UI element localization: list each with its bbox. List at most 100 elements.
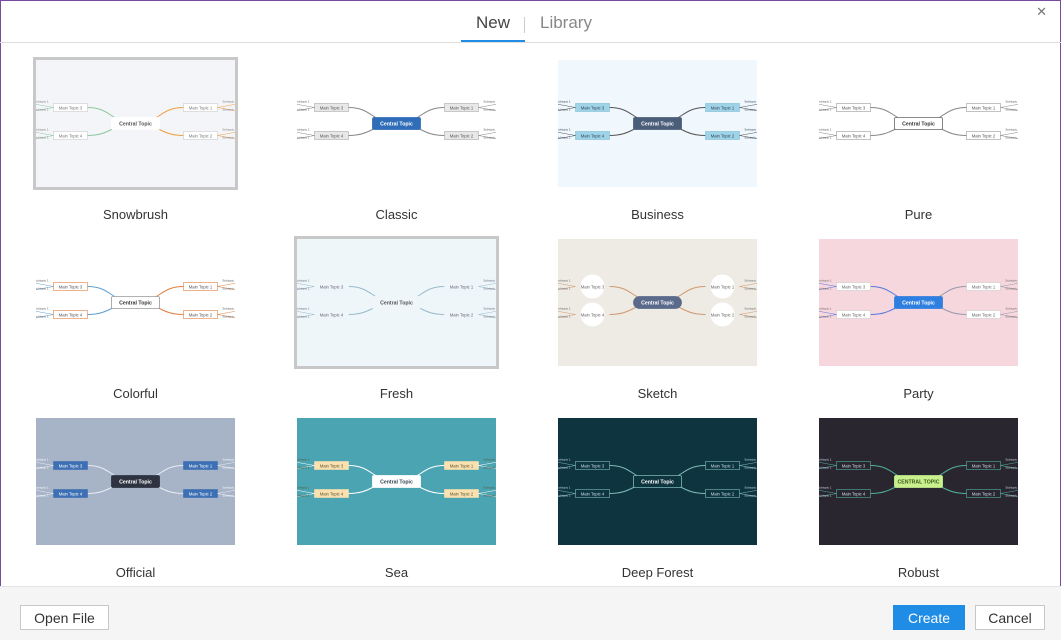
svg-text:Central Topic: Central Topic xyxy=(641,122,674,128)
svg-text:Subtopic 1: Subtopic 1 xyxy=(222,287,235,291)
create-button[interactable]: Create xyxy=(893,605,965,630)
template-card-robust[interactable]: Main Topic 1 Subtopic 1 Subtopic 1 Main Top… xyxy=(816,415,1021,585)
svg-text:Subtopic 1: Subtopic 1 xyxy=(744,100,757,104)
svg-text:Subtopic 1: Subtopic 1 xyxy=(1005,136,1018,140)
svg-text:Main Topic 1: Main Topic 1 xyxy=(711,284,735,289)
close-icon[interactable]: ✕ xyxy=(1036,4,1047,20)
template-card-classic[interactable]: Main Topic 1 Subtopic 1 Subtopic 1 Main Top… xyxy=(294,57,499,227)
svg-text:Main Topic 3: Main Topic 3 xyxy=(320,284,344,289)
template-name: Sea xyxy=(384,565,409,580)
svg-text:Main Topic 1: Main Topic 1 xyxy=(972,463,996,468)
svg-text:Main Topic 2: Main Topic 2 xyxy=(711,312,735,317)
template-thumbnail[interactable]: Main Topic 1 Subtopic 1 Subtopic 1 Main Top… xyxy=(294,236,499,369)
template-thumbnail[interactable]: Main Topic 1 Subtopic 1 Subtopic 1 Main Top… xyxy=(555,57,760,190)
template-thumbnail[interactable]: Main Topic 1 Subtopic 1 Subtopic 1 Main Top… xyxy=(816,415,1021,548)
svg-text:Subtopic 1: Subtopic 1 xyxy=(819,136,832,140)
svg-text:Subtopic 1: Subtopic 1 xyxy=(1005,108,1018,112)
svg-text:Main Topic 4: Main Topic 4 xyxy=(59,491,83,496)
svg-text:CENTRAL TOPIC: CENTRAL TOPIC xyxy=(898,480,940,486)
svg-text:Subtopic 1: Subtopic 1 xyxy=(558,128,571,132)
svg-text:Subtopic 1: Subtopic 1 xyxy=(744,486,757,490)
tab-new[interactable]: New xyxy=(476,13,510,42)
template-thumbnail[interactable]: Main Topic 1 Subtopic 1 Subtopic 1 Main Top… xyxy=(33,57,238,190)
svg-text:Subtopic 1: Subtopic 1 xyxy=(297,100,310,104)
svg-text:Subtopic 1: Subtopic 1 xyxy=(744,279,757,283)
template-thumbnail[interactable]: Main Topic 1 Subtopic 1 Subtopic 1 Main Top… xyxy=(555,415,760,548)
svg-text:Central Topic: Central Topic xyxy=(119,480,152,486)
template-card-deep-forest[interactable]: Main Topic 1 Subtopic 1 Subtopic 1 Main Top… xyxy=(555,415,760,585)
svg-text:Main Topic 4: Main Topic 4 xyxy=(320,312,344,317)
template-card-official[interactable]: Main Topic 1 Subtopic 1 Subtopic 1 Main Top… xyxy=(33,415,238,585)
svg-text:Central Topic: Central Topic xyxy=(902,301,935,307)
svg-text:Main Topic 4: Main Topic 4 xyxy=(320,133,344,138)
svg-text:Main Topic 4: Main Topic 4 xyxy=(59,133,83,138)
svg-text:Subtopic 1: Subtopic 1 xyxy=(297,287,310,291)
svg-text:Subtopic 1: Subtopic 1 xyxy=(297,458,310,462)
mind-map-preview: Main Topic 1 Subtopic 1 Subtopic 1 Main Top… xyxy=(36,418,235,545)
svg-text:Subtopic 1: Subtopic 1 xyxy=(744,315,757,319)
template-card-fresh[interactable]: Main Topic 1 Subtopic 1 Subtopic 1 Main Top… xyxy=(294,236,499,406)
svg-text:Subtopic 1: Subtopic 1 xyxy=(36,458,49,462)
svg-text:Subtopic 1: Subtopic 1 xyxy=(222,315,235,319)
active-tab-indicator xyxy=(461,40,525,42)
svg-text:Main Topic 4: Main Topic 4 xyxy=(581,312,605,317)
svg-text:Subtopic 1: Subtopic 1 xyxy=(36,494,49,498)
svg-text:Subtopic 1: Subtopic 1 xyxy=(819,494,832,498)
svg-text:Subtopic 1: Subtopic 1 xyxy=(222,128,235,132)
template-thumbnail[interactable]: Main Topic 1 Subtopic 1 Subtopic 1 Main Top… xyxy=(816,236,1021,369)
template-thumbnail[interactable]: Main Topic 1 Subtopic 1 Subtopic 1 Main Top… xyxy=(33,415,238,548)
svg-text:Subtopic 1: Subtopic 1 xyxy=(483,108,496,112)
svg-text:Subtopic 1: Subtopic 1 xyxy=(819,279,832,283)
svg-text:Main Topic 2: Main Topic 2 xyxy=(450,312,474,317)
svg-text:Subtopic 1: Subtopic 1 xyxy=(297,315,310,319)
svg-text:Subtopic 1: Subtopic 1 xyxy=(1005,486,1018,490)
template-card-business[interactable]: Main Topic 1 Subtopic 1 Subtopic 1 Main Top… xyxy=(555,57,760,227)
template-thumbnail[interactable]: Main Topic 1 Subtopic 1 Subtopic 1 Main Top… xyxy=(294,57,499,190)
template-card-party[interactable]: Main Topic 1 Subtopic 1 Subtopic 1 Main Top… xyxy=(816,236,1021,406)
svg-text:Subtopic 1: Subtopic 1 xyxy=(558,315,571,319)
template-card-sea[interactable]: Main Topic 1 Subtopic 1 Subtopic 1 Main Top… xyxy=(294,415,499,585)
svg-text:Main Topic 3: Main Topic 3 xyxy=(320,463,344,468)
template-card-snowbrush[interactable]: Main Topic 1 Subtopic 1 Subtopic 1 Main Top… xyxy=(33,57,238,227)
svg-text:Subtopic 1: Subtopic 1 xyxy=(558,100,571,104)
template-thumbnail[interactable]: Main Topic 1 Subtopic 1 Subtopic 1 Main Top… xyxy=(555,236,760,369)
svg-text:Subtopic 1: Subtopic 1 xyxy=(1005,315,1018,319)
template-card-colorful[interactable]: Main Topic 1 Subtopic 1 Subtopic 1 Main Top… xyxy=(33,236,238,406)
svg-text:Subtopic 1: Subtopic 1 xyxy=(483,494,496,498)
svg-text:Central Topic: Central Topic xyxy=(641,480,674,486)
svg-text:Subtopic 1: Subtopic 1 xyxy=(819,100,832,104)
svg-text:Subtopic 1: Subtopic 1 xyxy=(36,287,49,291)
template-card-pure[interactable]: Main Topic 1 Subtopic 1 Subtopic 1 Main Top… xyxy=(816,57,1021,227)
svg-text:Central Topic: Central Topic xyxy=(380,122,413,128)
template-card-sketch[interactable]: Main Topic 1 Subtopic 1 Subtopic 1 Main Top… xyxy=(555,236,760,406)
svg-text:Subtopic 1: Subtopic 1 xyxy=(819,307,832,311)
svg-text:Subtopic 1: Subtopic 1 xyxy=(483,307,496,311)
svg-text:Main Topic 3: Main Topic 3 xyxy=(581,105,605,110)
template-name: Pure xyxy=(904,207,933,222)
svg-text:Subtopic 1: Subtopic 1 xyxy=(483,315,496,319)
tab-library[interactable]: Library xyxy=(540,13,592,42)
template-thumbnail[interactable]: Main Topic 1 Subtopic 1 Subtopic 1 Main Top… xyxy=(33,236,238,369)
svg-text:Subtopic 1: Subtopic 1 xyxy=(297,486,310,490)
svg-text:Subtopic 1: Subtopic 1 xyxy=(36,307,49,311)
svg-text:Subtopic 1: Subtopic 1 xyxy=(222,466,235,470)
template-thumbnail[interactable]: Main Topic 1 Subtopic 1 Subtopic 1 Main Top… xyxy=(294,415,499,548)
mind-map-preview: Main Topic 1 Subtopic 1 Subtopic 1 Main Top… xyxy=(819,60,1018,187)
svg-text:Central Topic: Central Topic xyxy=(380,480,413,486)
svg-text:Main Topic 4: Main Topic 4 xyxy=(581,491,605,496)
svg-text:Main Topic 3: Main Topic 3 xyxy=(842,284,866,289)
cancel-button[interactable]: Cancel xyxy=(975,605,1045,630)
svg-text:Subtopic 1: Subtopic 1 xyxy=(36,100,49,104)
svg-text:Central Topic: Central Topic xyxy=(380,301,413,307)
svg-text:Subtopic 1: Subtopic 1 xyxy=(297,494,310,498)
svg-text:Subtopic 1: Subtopic 1 xyxy=(297,108,310,112)
open-file-button[interactable]: Open File xyxy=(20,605,109,630)
svg-text:Main Topic 2: Main Topic 2 xyxy=(450,491,474,496)
svg-text:Subtopic 1: Subtopic 1 xyxy=(744,128,757,132)
template-name: Colorful xyxy=(113,386,158,401)
template-thumbnail[interactable]: Main Topic 1 Subtopic 1 Subtopic 1 Main Top… xyxy=(816,57,1021,190)
svg-text:Subtopic 1: Subtopic 1 xyxy=(297,279,310,283)
dialog-footer: Open File Create Cancel xyxy=(0,586,1061,640)
svg-text:Subtopic 1: Subtopic 1 xyxy=(222,458,235,462)
mind-map-preview: Main Topic 1 Subtopic 1 Subtopic 1 Main Top… xyxy=(558,60,757,187)
